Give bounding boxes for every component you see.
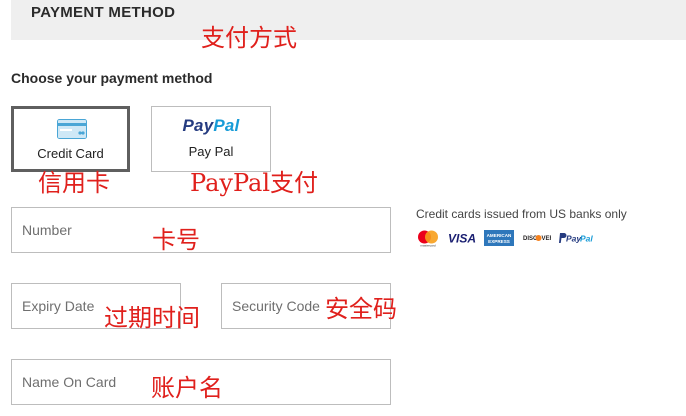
svg-text:EXPRESS: EXPRESS	[488, 239, 510, 244]
card-brand-logos: mastercard VISA AMERICAN EXPRESS DISC VE…	[416, 228, 603, 248]
annotation-name: 账户名	[151, 374, 223, 402]
credit-card-option[interactable]: Credit Card	[11, 106, 130, 172]
paypal-logo: PayPal	[182, 116, 240, 135]
annotation-expiry: 过期时间	[104, 304, 200, 332]
svg-text:VISA: VISA	[448, 232, 476, 246]
credit-card-label: Credit Card	[37, 146, 104, 161]
visa-icon: VISA	[447, 228, 477, 248]
section-title: PAYMENT METHOD	[31, 4, 176, 21]
discover-icon: DISC VER	[521, 228, 551, 248]
card-number-input[interactable]	[11, 207, 391, 253]
svg-text:Pal: Pal	[580, 234, 593, 244]
annotation-paypal: PayPal支付	[190, 169, 318, 197]
paypal-option[interactable]: PayPal Pay Pal	[151, 106, 271, 172]
section-header: PAYMENT METHOD	[11, 0, 686, 40]
annotation-payment-method: 支付方式	[201, 24, 297, 52]
amex-icon: AMERICAN EXPRESS	[484, 228, 514, 248]
issued-note: Credit cards issued from US banks only	[416, 207, 627, 221]
annotation-credit-card: 信用卡	[38, 169, 110, 197]
payment-method-page: PAYMENT METHOD 支付方式 Choose your payment …	[0, 0, 686, 416]
annotation-security: 安全码	[325, 295, 397, 323]
credit-card-icon	[57, 119, 87, 139]
annotation-number: 卡号	[152, 226, 200, 254]
paypal-label: Pay Pal	[188, 144, 234, 159]
svg-text:mastercard: mastercard	[420, 244, 435, 248]
mastercard-icon: mastercard	[416, 228, 440, 248]
choose-method-label: Choose your payment method	[11, 70, 213, 86]
svg-text:VER: VER	[542, 236, 552, 242]
paypal-small-icon: Pay Pal	[558, 228, 596, 248]
svg-text:AMERICAN: AMERICAN	[487, 233, 512, 238]
